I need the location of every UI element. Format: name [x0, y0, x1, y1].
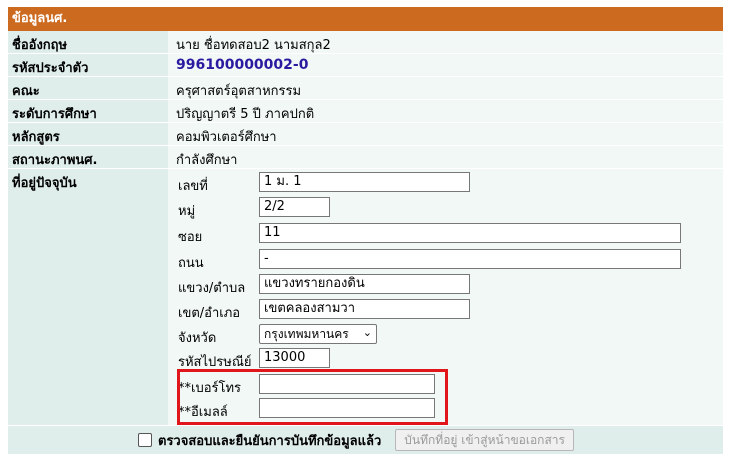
english-name-value: นาย ชื่อทดสอบ2 นามสกุล2 — [168, 31, 723, 53]
highlight-box — [177, 369, 448, 425]
save-address-button[interactable]: บันทึกที่อยู่ เข้าสู่หน้าขอเอกสาร — [395, 429, 574, 451]
field-row-status: สถานะภาพนศ. กำลังศึกษา — [8, 146, 723, 169]
subdistrict-input[interactable]: แขวงทรายกองดิน — [259, 274, 470, 294]
address-label: ที่อยู่ปัจจุบัน — [8, 169, 168, 425]
education-level-value: ปริญญาตรี 5 ปี ภาคปกติ — [168, 100, 723, 122]
chevron-down-icon: ⌄ — [362, 326, 372, 339]
faculty-label: คณะ — [8, 77, 168, 99]
program-label: หลักสูตร — [8, 123, 168, 145]
field-row-program: หลักสูตร คอมพิวเตอร์ศึกษา — [8, 123, 723, 146]
footer-bar: ตรวจสอบและยืนยันการบันทึกข้อมูลแล้ว บันท… — [8, 426, 723, 454]
province-selected-value: กรุงเทพมหานคร — [264, 327, 349, 341]
road-input[interactable]: - — [259, 249, 681, 269]
province-label: จังหวัด — [178, 331, 217, 346]
road-label: ถนน — [178, 256, 204, 271]
district-input[interactable]: เขตคลองสามวา — [259, 299, 470, 319]
postcode-input[interactable]: 13000 — [259, 348, 330, 368]
field-row-education-level: ระดับการศึกษา ปริญญาตรี 5 ปี ภาคปกติ — [8, 100, 723, 123]
house-no-label: เลขที่ — [178, 179, 208, 194]
district-label: เขต/อำเภอ — [178, 306, 241, 321]
student-id-value: 996100000002-0 — [168, 54, 723, 76]
panel-title: ข้อมูลนศ. — [8, 7, 723, 31]
field-row-faculty: คณะ ครุศาสตร์อุตสาหกรรม — [8, 77, 723, 100]
province-select[interactable]: กรุงเทพมหานคร ⌄ — [259, 324, 377, 344]
status-label: สถานะภาพนศ. — [8, 146, 168, 168]
moo-label: หมู่ — [178, 204, 196, 219]
soi-input[interactable]: 11 — [259, 223, 681, 243]
education-level-label: ระดับการศึกษา — [8, 100, 168, 122]
subdistrict-label: แขวง/ตำบล — [178, 281, 246, 296]
confirm-checkbox[interactable] — [138, 433, 152, 447]
field-row-english-name: ชื่ออังกฤษ นาย ชื่อทดสอบ2 นามสกุล2 — [8, 31, 723, 54]
field-row-student-id: รหัสประจำตัว 996100000002-0 — [8, 54, 723, 77]
soi-label: ซอย — [178, 230, 203, 245]
english-name-label: ชื่ออังกฤษ — [8, 31, 168, 53]
faculty-value: ครุศาสตร์อุตสาหกรรม — [168, 77, 723, 99]
house-no-input[interactable]: 1 ม. 1 — [259, 172, 470, 192]
student-id-label: รหัสประจำตัว — [8, 54, 168, 76]
moo-input[interactable]: 2/2 — [259, 197, 330, 217]
status-value: กำลังศึกษา — [168, 146, 723, 168]
confirm-label[interactable]: ตรวจสอบและยืนยันการบันทึกข้อมูลแล้ว — [158, 430, 381, 451]
program-value: คอมพิวเตอร์ศึกษา — [168, 123, 723, 145]
